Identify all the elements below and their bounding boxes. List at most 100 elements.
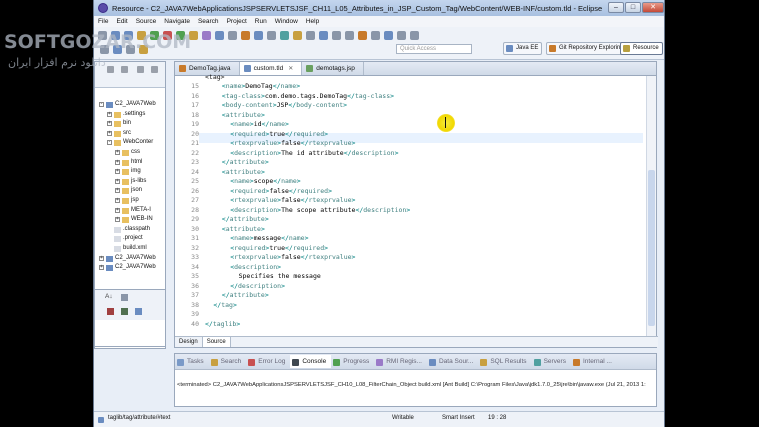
close-button[interactable]: ✕ [642,2,664,13]
expand-icon[interactable]: + [115,217,120,223]
menu-search[interactable]: Search [198,18,219,25]
bottom-tab[interactable]: Search [209,358,247,366]
bottom-tab[interactable]: Error Log [246,358,290,366]
toolbar-icon[interactable] [319,31,328,40]
expand-icon[interactable]: + [99,265,104,271]
expand-icon[interactable]: + [115,178,120,184]
menu-file[interactable]: File [98,18,108,25]
maximize-button[interactable]: □ [625,2,641,13]
expand-icon[interactable]: + [107,130,112,136]
tree-item[interactable]: .classpath [95,225,165,235]
bottom-tab[interactable]: Internal ... [571,358,617,366]
outline-expand-icon[interactable] [121,308,128,315]
expand-icon[interactable]: + [115,207,120,213]
tree-item[interactable]: + html [95,158,165,168]
close-tab-icon[interactable]: ✕ [288,66,293,72]
tree-item[interactable]: + WEB-IN [95,215,165,225]
toolbar-icon[interactable] [384,31,393,40]
eclipse-window: Resource - C2_JAVA7WebApplicationsJSPSER… [93,0,665,427]
project-icon [106,265,113,272]
toolbar-icon[interactable] [358,31,367,40]
bottom-tab[interactable]: Servers [532,358,571,366]
outline-link-icon[interactable] [135,308,142,315]
toolbar-icon[interactable] [228,31,237,40]
tree-item[interactable]: + json [95,186,165,196]
toolbar-icon[interactable] [306,31,315,40]
collapse-icon[interactable]: - [99,102,104,107]
outline-hide-icon[interactable] [107,308,114,315]
editor-vertical-scrollbar[interactable] [646,76,656,336]
tree-item[interactable]: + bin [95,119,165,129]
tree-item[interactable]: + jsp [95,196,165,206]
expand-icon[interactable]: + [115,149,120,155]
line-number: 37 [191,291,199,299]
forward-icon[interactable] [121,66,128,73]
toolbar-icon[interactable] [215,31,224,40]
menu-help[interactable]: Help [306,18,319,25]
toolbar-icon[interactable] [293,31,302,40]
tree-item[interactable]: - C2_JAVA7Web [95,100,165,110]
toolbar-icon[interactable] [410,31,419,40]
editor-tab[interactable]: demotags.jsp [302,62,364,75]
menu-edit[interactable]: Edit [116,18,127,25]
collapse-icon[interactable]: - [107,140,112,146]
perspective-java-ee[interactable]: Java EE [503,42,543,55]
tab-source[interactable]: Source [202,337,231,347]
collapse-all-icon[interactable] [137,66,144,73]
toolbar-icon[interactable] [332,31,341,40]
outline-sort-icon[interactable]: A↓ [105,293,113,300]
menu-source[interactable]: Source [136,18,157,25]
expand-icon[interactable]: + [115,197,120,203]
menu-run[interactable]: Run [255,18,267,25]
tree-item[interactable]: + META-I [95,206,165,216]
back-icon[interactable] [107,66,114,73]
console-output: <terminated> C2_JAVA7WebApplicationsJSPS… [177,382,646,388]
code-line: <description>The id attribute</descripti… [230,148,399,157]
menu-navigate[interactable]: Navigate [164,18,190,25]
tree-item[interactable]: .project [95,234,165,244]
expand-icon[interactable]: + [115,188,120,194]
tree-item[interactable]: + css [95,148,165,158]
quick-access-input[interactable]: Quick Access [396,44,472,54]
toolbar-icon[interactable] [254,31,263,40]
editor-tab[interactable]: custom.tld ✕ [239,62,303,75]
bottom-tab[interactable]: SQL Results [478,358,531,366]
toolbar-icon[interactable] [267,31,276,40]
scrollbar-thumb[interactable] [648,170,655,326]
minimize-button[interactable]: – [608,2,624,13]
expand-icon[interactable]: + [107,111,112,117]
expand-icon[interactable]: + [115,169,120,175]
menu-window[interactable]: Window [275,18,298,25]
toolbar-icon[interactable] [371,31,380,40]
code-area[interactable]: <tag> 15 <name>DemoTag</name> 16 <tag-class… [175,73,643,336]
expand-icon[interactable]: + [115,159,120,165]
link-editor-icon[interactable] [151,66,158,73]
toolbar-icon[interactable] [397,31,406,40]
tree-item[interactable]: + js-libs [95,177,165,187]
outline-filter-icon[interactable] [121,294,128,301]
tree-item[interactable]: + img [95,167,165,177]
expand-icon[interactable]: + [99,255,104,261]
bottom-tab[interactable]: Console [290,355,332,368]
perspective-resource[interactable]: Resource [620,42,663,55]
bottom-tab[interactable]: Tasks [175,358,209,366]
tree-item[interactable]: - WebConter [95,138,165,148]
tree-item[interactable]: build.xml [95,244,165,254]
tree-item[interactable]: + src [95,129,165,139]
bottom-tab[interactable]: RMI Regis... [374,358,427,366]
toolbar-icon[interactable] [241,31,250,40]
toolbar-icon[interactable] [280,31,289,40]
perspective-git[interactable]: Git Repository Exploring [546,42,628,55]
expand-icon[interactable]: + [107,121,112,127]
line-number: 21 [191,139,199,147]
bottom-tab[interactable]: Progress [331,358,374,366]
bottom-tab[interactable]: Data Sour... [427,358,478,366]
menu-project[interactable]: Project [227,18,247,25]
tree-item[interactable]: + .settings [95,110,165,120]
toolbar-icon[interactable] [345,31,354,40]
toolbar-icon[interactable] [202,31,211,40]
outline-view: A↓ [94,289,166,347]
tab-design[interactable]: Design [175,337,203,347]
tree-item[interactable]: + C2_JAVA7Web [95,263,165,273]
tree-item[interactable]: + C2_JAVA7Web [95,254,165,264]
